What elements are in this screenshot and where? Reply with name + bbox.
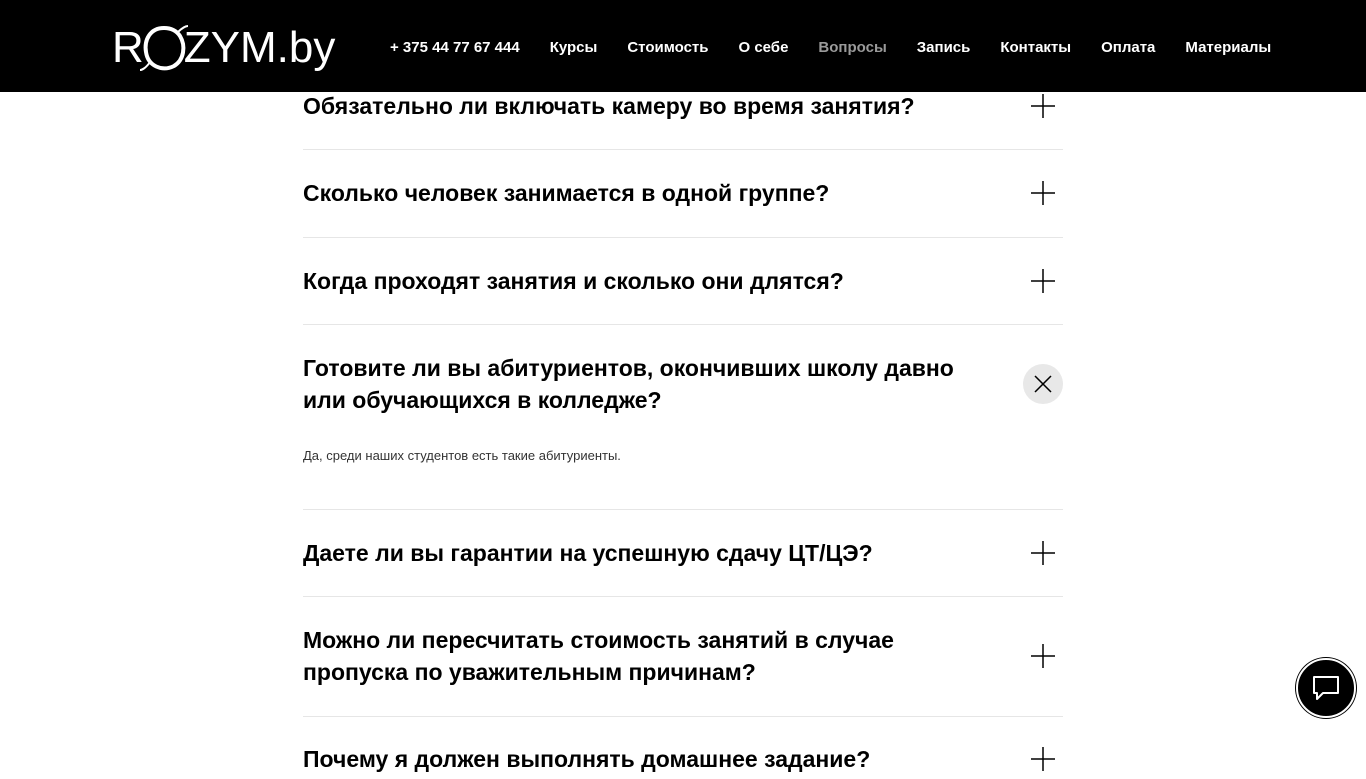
nav-phone-link[interactable]: + 375 44 77 67 444 <box>390 39 520 56</box>
plus-icon <box>1031 747 1055 771</box>
nav-item-courses[interactable]: Курсы <box>550 39 598 56</box>
expand-button[interactable] <box>1023 173 1063 213</box>
faq-divider <box>303 324 1063 325</box>
faq-question[interactable]: Можно ли пересчитать стоимость занятий в… <box>303 624 1003 688</box>
nav-item-payment[interactable]: Оплата <box>1101 39 1155 56</box>
logo-text: ZYM.by <box>183 23 336 72</box>
expand-button[interactable] <box>1023 636 1063 676</box>
faq-divider <box>303 149 1063 150</box>
plus-icon <box>1031 644 1055 668</box>
nav-item-questions[interactable]: Вопросы <box>818 39 886 56</box>
close-icon <box>1034 375 1052 393</box>
plus-icon <box>1031 541 1055 565</box>
plus-icon <box>1031 269 1055 293</box>
chat-icon <box>1313 676 1339 700</box>
faq-question[interactable]: Почему я должен выполнять домашнее задан… <box>303 743 1003 775</box>
site-header: R ZYM.by + 375 44 77 67 444 Курсы Стоимо… <box>0 0 1366 92</box>
logo-swirl-icon <box>139 22 188 74</box>
expand-button[interactable] <box>1023 739 1063 779</box>
faq-answer: Да, среди наших студентов есть такие аби… <box>303 448 621 463</box>
faq-question[interactable]: Сколько человек занимается в одной групп… <box>303 177 1003 209</box>
expand-button[interactable] <box>1023 533 1063 573</box>
nav-item-about[interactable]: О себе <box>738 39 788 56</box>
nav-item-materials[interactable]: Материалы <box>1185 39 1271 56</box>
faq-divider <box>303 716 1063 717</box>
main-nav: + 375 44 77 67 444 Курсы Стоимость О себ… <box>390 36 1271 58</box>
faq-question[interactable]: Даете ли вы гарантии на успешную сдачу Ц… <box>303 537 1003 569</box>
nav-item-contacts[interactable]: Контакты <box>1000 39 1071 56</box>
nav-item-pricing[interactable]: Стоимость <box>627 39 708 56</box>
faq-question[interactable]: Когда проходят занятия и сколько они для… <box>303 265 1003 297</box>
faq-divider <box>303 237 1063 238</box>
faq-divider <box>303 509 1063 510</box>
expand-button[interactable] <box>1023 261 1063 301</box>
site-logo[interactable]: R ZYM.by <box>112 22 335 74</box>
faq-divider <box>303 596 1063 597</box>
nav-item-signup[interactable]: Запись <box>917 39 971 56</box>
collapse-button[interactable] <box>1023 364 1063 404</box>
chat-widget-button[interactable] <box>1296 658 1356 718</box>
expand-button[interactable] <box>1023 86 1063 126</box>
plus-icon <box>1031 181 1055 205</box>
faq-question[interactable]: Готовите ли вы абитуриентов, окончивших … <box>303 352 983 416</box>
plus-icon <box>1031 94 1055 118</box>
faq-question[interactable]: Обязательно ли включать камеру во время … <box>303 90 1003 122</box>
